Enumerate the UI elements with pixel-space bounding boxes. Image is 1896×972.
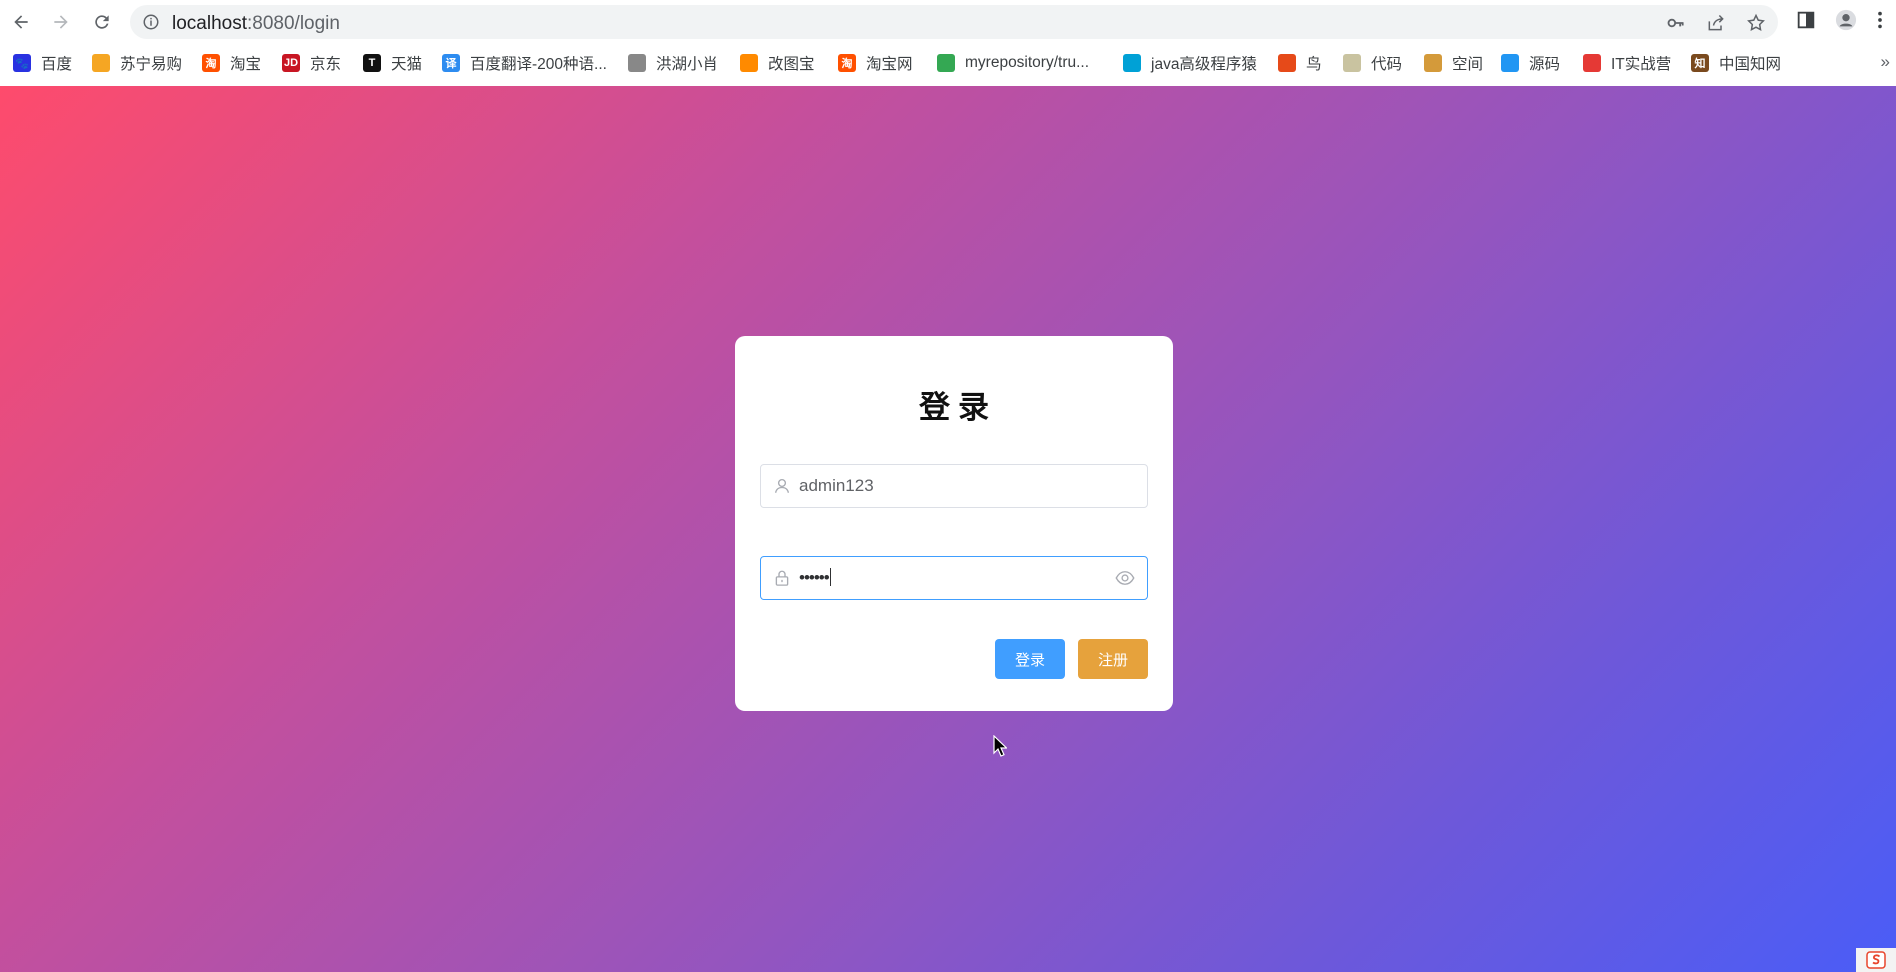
bookmark-item[interactable]: 淘淘宝网 <box>838 51 913 75</box>
text-caret <box>829 568 831 586</box>
bookmark-label: 淘宝 <box>230 56 262 73</box>
bookmark-label: 改图宝 <box>768 56 815 73</box>
forward-button[interactable] <box>47 8 75 36</box>
bookmark-item[interactable]: 源码 <box>1501 51 1560 75</box>
bookmark-item[interactable]: 译百度翻译-200种语... <box>442 51 607 75</box>
bookmark-favicon-icon <box>1583 54 1601 72</box>
username-value: admin123 <box>799 476 874 495</box>
password-value: •••••• <box>799 568 831 588</box>
password-dots: •••••• <box>799 568 830 587</box>
bookmark-item[interactable]: java高级程序猿 <box>1123 51 1257 75</box>
arrow-left-icon <box>14 15 28 29</box>
bookmark-item[interactable]: T 天猫 <box>363 51 422 75</box>
bookmark-label: 苏宁易购 <box>120 56 183 73</box>
share-icon[interactable] <box>1706 13 1726 33</box>
bookmark-item[interactable]: 苏宁易购 <box>92 51 182 75</box>
info-icon[interactable] <box>142 13 160 31</box>
url-host: localhost <box>172 13 247 34</box>
bookmark-label: IT实战营 <box>1611 56 1672 73</box>
bookmark-favicon-icon: JD <box>282 54 300 72</box>
address-bar[interactable]: localhost:8080/login <box>130 5 1778 39</box>
browser-chrome: localhost:8080/login 🐾 百度 苏宁易购淘淘宝 JD 京东 T 天猫译百… <box>0 0 1896 87</box>
star-icon[interactable] <box>1746 13 1766 33</box>
ime-indicator[interactable] <box>1856 948 1896 972</box>
bookmark-item[interactable]: 改图宝 <box>740 51 815 75</box>
bookmark-favicon-icon: 🐾 <box>13 54 31 72</box>
key-icon[interactable] <box>1666 13 1686 33</box>
bookmark-label: 中国知网 <box>1719 56 1782 73</box>
bookmark-favicon-icon <box>740 54 758 72</box>
page-title: 登录 <box>919 390 997 425</box>
bookmark-label: 百度翻译-200种语... <box>470 56 607 73</box>
bookmark-item[interactable]: 鸟 <box>1278 51 1322 75</box>
bookmark-item[interactable]: IT实战营 <box>1583 51 1671 75</box>
bookmark-label: 天猫 <box>391 56 423 73</box>
bookmark-favicon-icon: 淘 <box>202 54 220 72</box>
bookmark-favicon-icon <box>92 54 110 72</box>
password-field[interactable]: •••••• <box>760 556 1148 600</box>
login-page: 登录 admin123 •••••• 登录 注册 <box>0 86 1896 972</box>
eye-icon[interactable] <box>1115 569 1135 587</box>
bookmark-favicon-icon <box>1278 54 1296 72</box>
bookmark-favicon-icon <box>628 54 646 72</box>
bookmark-label: 京东 <box>310 56 342 73</box>
login-button[interactable]: 登录 <box>995 639 1065 679</box>
username-field[interactable]: admin123 <box>760 464 1148 508</box>
bookmark-label: 代码 <box>1371 56 1403 73</box>
bookmark-item[interactable]: JD 京东 <box>282 51 341 75</box>
sogou-ime-icon <box>1866 951 1886 969</box>
bookmark-label: 淘宝网 <box>866 56 913 73</box>
reload-icon <box>95 15 109 29</box>
bookmark-favicon-icon: T <box>363 54 381 72</box>
reload-button[interactable] <box>88 8 116 36</box>
mouse-cursor-icon <box>993 735 1007 757</box>
bookmark-label: myrepository/tru... <box>965 54 1090 71</box>
login-card: 登录 admin123 •••••• 登录 注册 <box>735 336 1173 711</box>
menu-dots-icon[interactable] <box>1874 9 1886 31</box>
bookmark-favicon-icon: 知 <box>1691 54 1709 72</box>
bookmark-item[interactable]: 知中国知网 <box>1691 51 1781 75</box>
url-path: :8080/login <box>247 13 340 34</box>
bookmark-item[interactable]: 代码 <box>1343 51 1402 75</box>
bookmark-label: 源码 <box>1529 56 1561 73</box>
user-icon <box>774 478 790 493</box>
bookmark-favicon-icon <box>937 54 955 72</box>
bookmarks-more-button[interactable]: » <box>1881 52 1890 72</box>
bookmark-favicon-icon <box>1343 54 1361 72</box>
bookmark-item[interactable]: 洪湖小肖 <box>628 51 718 75</box>
bookmark-label: java高级程序猿 <box>1151 56 1257 73</box>
bookmark-favicon-icon <box>1123 54 1141 72</box>
bookmark-favicon-icon <box>1501 54 1519 72</box>
bookmark-item[interactable]: myrepository/tru... <box>937 51 1089 75</box>
bookmark-item[interactable]: 空间 <box>1424 51 1483 75</box>
back-button[interactable] <box>7 8 35 36</box>
arrow-right-icon <box>54 15 68 29</box>
bookmark-label: 空间 <box>1452 56 1484 73</box>
bookmark-item[interactable]: 🐾 百度 <box>13 51 72 75</box>
bookmark-favicon-icon: 淘 <box>838 54 856 72</box>
bookmark-label: 百度 <box>41 56 73 73</box>
url-text[interactable]: localhost:8080/login <box>172 13 340 35</box>
bookmark-item[interactable]: 淘淘宝 <box>202 51 261 75</box>
side-panel-icon[interactable] <box>1795 9 1817 31</box>
bookmark-label: 洪湖小肖 <box>656 56 719 73</box>
lock-icon <box>775 570 789 586</box>
bookmark-favicon-icon <box>1424 54 1442 72</box>
bookmarks-bar: 🐾 百度 苏宁易购淘淘宝 JD 京东 T 天猫译百度翻译-200种语... 洪湖小肖 改图宝淘淘… <box>0 47 1896 79</box>
bookmark-label: 鸟 <box>1306 56 1322 73</box>
register-button[interactable]: 注册 <box>1078 639 1148 679</box>
profile-avatar-icon[interactable] <box>1835 9 1857 31</box>
bookmark-favicon-icon: 译 <box>442 54 460 72</box>
